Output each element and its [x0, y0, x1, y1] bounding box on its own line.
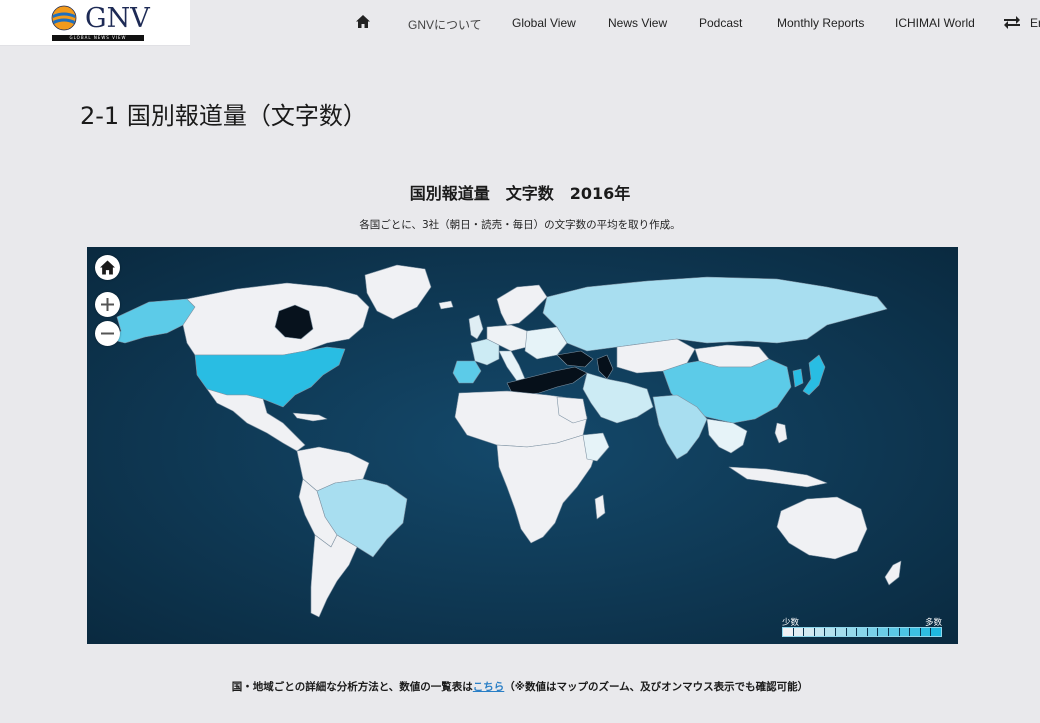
nav-item-news-view[interactable]: News View: [608, 16, 667, 30]
nav-item-monthly-reports[interactable]: Monthly Reports: [777, 16, 864, 30]
legend-step: [857, 628, 868, 636]
nav-item-podcast[interactable]: Podcast: [699, 16, 742, 30]
home-icon[interactable]: [356, 15, 370, 28]
legend-step: [825, 628, 836, 636]
nav-item-about[interactable]: GNVについて: [408, 16, 482, 33]
legend-step: [867, 628, 879, 636]
legend-step: [920, 628, 932, 636]
legend-step: [814, 628, 826, 636]
nav-item-ichimai-world[interactable]: ICHIMAI World: [895, 16, 975, 30]
zoom-in-button[interactable]: [95, 292, 120, 317]
legend-step: [783, 628, 794, 636]
main-nav: GNVについて Global View News View Podcast Mo…: [0, 12, 1040, 36]
legend-step: [910, 628, 921, 636]
page-title: 2-1 国別報道量（文字数）: [80, 102, 367, 130]
map-home-button[interactable]: [95, 255, 120, 280]
legend-step: [835, 628, 847, 636]
map-legend: 少数 多数: [782, 616, 944, 638]
legend-step: [931, 628, 941, 636]
footer-note-suffix: （※数値はマップのズーム、及びオンマウス表示でも確認可能）: [504, 681, 809, 693]
home-icon: [100, 260, 115, 275]
footer-note: 国・地域ごとの詳細な分析方法と、数値の一覧表はこちら（※数値はマップのズーム、及…: [0, 679, 1040, 694]
legend-step: [899, 628, 911, 636]
legend-step: [793, 628, 805, 636]
legend-step: [846, 628, 858, 636]
nav-item-global-view[interactable]: Global View: [512, 16, 576, 30]
world-choropleth-map[interactable]: [87, 247, 958, 644]
legend-color-scale: [782, 627, 942, 637]
swap-arrows-icon[interactable]: [1004, 15, 1020, 29]
minus-icon: [101, 332, 114, 335]
nav-item-english[interactable]: En: [1030, 16, 1040, 30]
legend-step: [888, 628, 900, 636]
legend-step: [804, 628, 815, 636]
details-link[interactable]: こちら: [473, 681, 505, 693]
zoom-out-button[interactable]: [95, 321, 120, 346]
legend-step: [878, 628, 889, 636]
chart-subtitle: 各国ごとに、3社（朝日・読売・毎日）の文字数の平均を取り作成。: [359, 219, 681, 231]
chart-title: 国別報道量 文字数 2016年: [409, 184, 631, 203]
footer-note-text: 国・地域ごとの詳細な分析方法と、数値の一覧表は: [231, 681, 473, 693]
plus-icon: [101, 298, 114, 311]
